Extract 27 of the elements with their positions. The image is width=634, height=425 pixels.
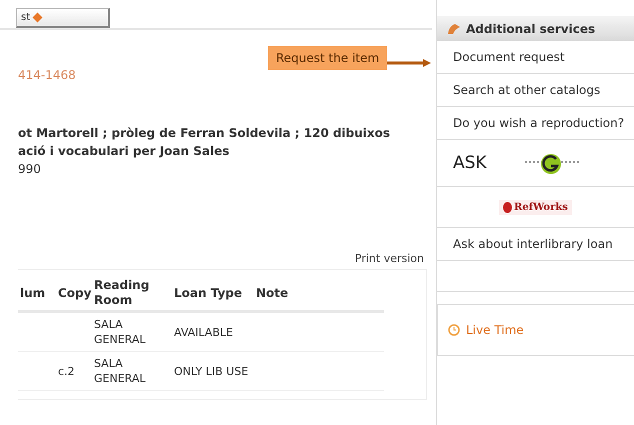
arrow-icon xyxy=(387,59,432,67)
clock-icon xyxy=(448,324,460,336)
record-year: 990 xyxy=(18,161,42,178)
column-header: Reading Room xyxy=(94,278,150,308)
column-header: Copy xyxy=(58,286,92,300)
column-header: Note xyxy=(256,286,288,300)
request-callout: Request the item xyxy=(268,46,388,70)
print-link[interactable]: Print version xyxy=(354,252,424,265)
sidebar-title: Additional services xyxy=(466,22,596,36)
table-cell: AVAILABLE xyxy=(174,324,233,340)
record-title: ació i vocabulari per Joan Sales xyxy=(18,143,230,160)
toolbar-button[interactable]: st xyxy=(16,8,110,28)
record-dates: 414-1468 xyxy=(18,68,77,82)
services-icon xyxy=(447,22,461,34)
service-link[interactable]: Document request xyxy=(437,41,634,74)
service-link[interactable]: Search at other catalogs xyxy=(437,74,634,107)
refworks-logo[interactable]: RefWorks xyxy=(499,200,572,214)
ask-logo[interactable]: ASK xyxy=(437,140,634,187)
table-cell-text: SALA GENERAL xyxy=(94,356,147,386)
column-header: lum xyxy=(20,286,46,300)
table-cell-text: SALA GENERAL xyxy=(94,317,147,347)
column-header: Loan Type xyxy=(174,286,242,300)
record-title: ot Martorell ; pròleg de Ferran Soldevila ; 120 dibuixos xyxy=(18,125,392,142)
service-link[interactable]: Do you wish a reproduction? xyxy=(437,107,634,140)
table-cell: ONLY LIB USE xyxy=(174,364,248,378)
table-cell: c.2 xyxy=(58,364,75,378)
service-link[interactable]: Ask about interlibrary loan xyxy=(437,228,634,261)
